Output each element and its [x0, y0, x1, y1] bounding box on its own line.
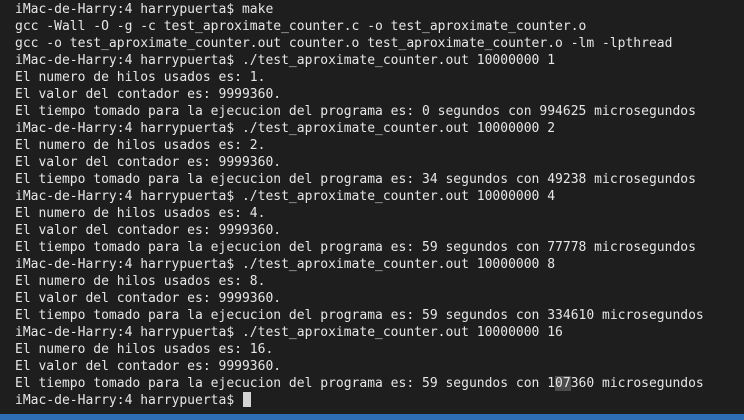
terminal-line: iMac-de-Harry:4 harrypuerta$ ./test_apro… [15, 325, 563, 340]
terminal-line: El tiempo tomado para la ejecucion del p… [15, 240, 696, 255]
window-bottom-bar [0, 414, 744, 420]
terminal-line: El valor del contador es: 9999360. [15, 87, 282, 102]
terminal-line: El tiempo tomado para la ejecucion del p… [15, 172, 696, 187]
terminal-line: gcc -Wall -O -g -c test_aproximate_count… [15, 19, 587, 34]
text-selection[interactable]: 07 [555, 376, 571, 391]
terminal-prompt-line[interactable]: iMac-de-Harry:4 harrypuerta$ [15, 392, 744, 409]
terminal-line: El numero de hilos usados es: 1. [15, 70, 266, 85]
terminal-line-highlighted: El tiempo tomado para la ejecucion del p… [15, 375, 744, 392]
terminal-line: El tiempo tomado para la ejecucion del p… [15, 104, 696, 119]
terminal-line: gcc -o test_aproximate_counter.out count… [15, 36, 673, 51]
terminal-line: iMac-de-Harry:4 harrypuerta$ ./test_apro… [15, 121, 556, 136]
terminal-line: iMac-de-Harry:4 harrypuerta$ ./test_apro… [15, 257, 556, 272]
terminal-line: El valor del contador es: 9999360. [15, 155, 282, 170]
terminal-line: El numero de hilos usados es: 2. [15, 138, 266, 153]
terminal-line: iMac-de-Harry:4 harrypuerta$ ./test_apro… [15, 53, 556, 68]
terminal-line: El valor del contador es: 9999360. [15, 291, 282, 306]
terminal-line: El valor del contador es: 9999360. [15, 359, 282, 374]
terminal-output: iMac-de-Harry:4 harrypuerta$ make gcc -Wa… [15, 1, 744, 375]
terminal-line: El numero de hilos usados es: 4. [15, 206, 266, 221]
terminal-line: iMac-de-Harry:4 harrypuerta$ ./test_apro… [15, 189, 556, 204]
line-text-before-selection: El tiempo tomado para la ejecucion del p… [15, 376, 556, 391]
text-cursor [242, 392, 251, 407]
shell-prompt: iMac-de-Harry:4 harrypuerta$ [15, 393, 242, 408]
terminal-line: El numero de hilos usados es: 16. [15, 342, 274, 357]
terminal-line: El valor del contador es: 9999360. [15, 223, 282, 238]
terminal-window[interactable]: iMac-de-Harry:4 harrypuerta$ make gcc -Wa… [0, 0, 744, 420]
terminal-line: iMac-de-Harry:4 harrypuerta$ make [15, 2, 274, 17]
line-text-after-selection: 360 microsegundos [570, 376, 704, 391]
terminal-line: El numero de hilos usados es: 8. [15, 274, 266, 289]
terminal-line: El tiempo tomado para la ejecucion del p… [15, 308, 704, 323]
